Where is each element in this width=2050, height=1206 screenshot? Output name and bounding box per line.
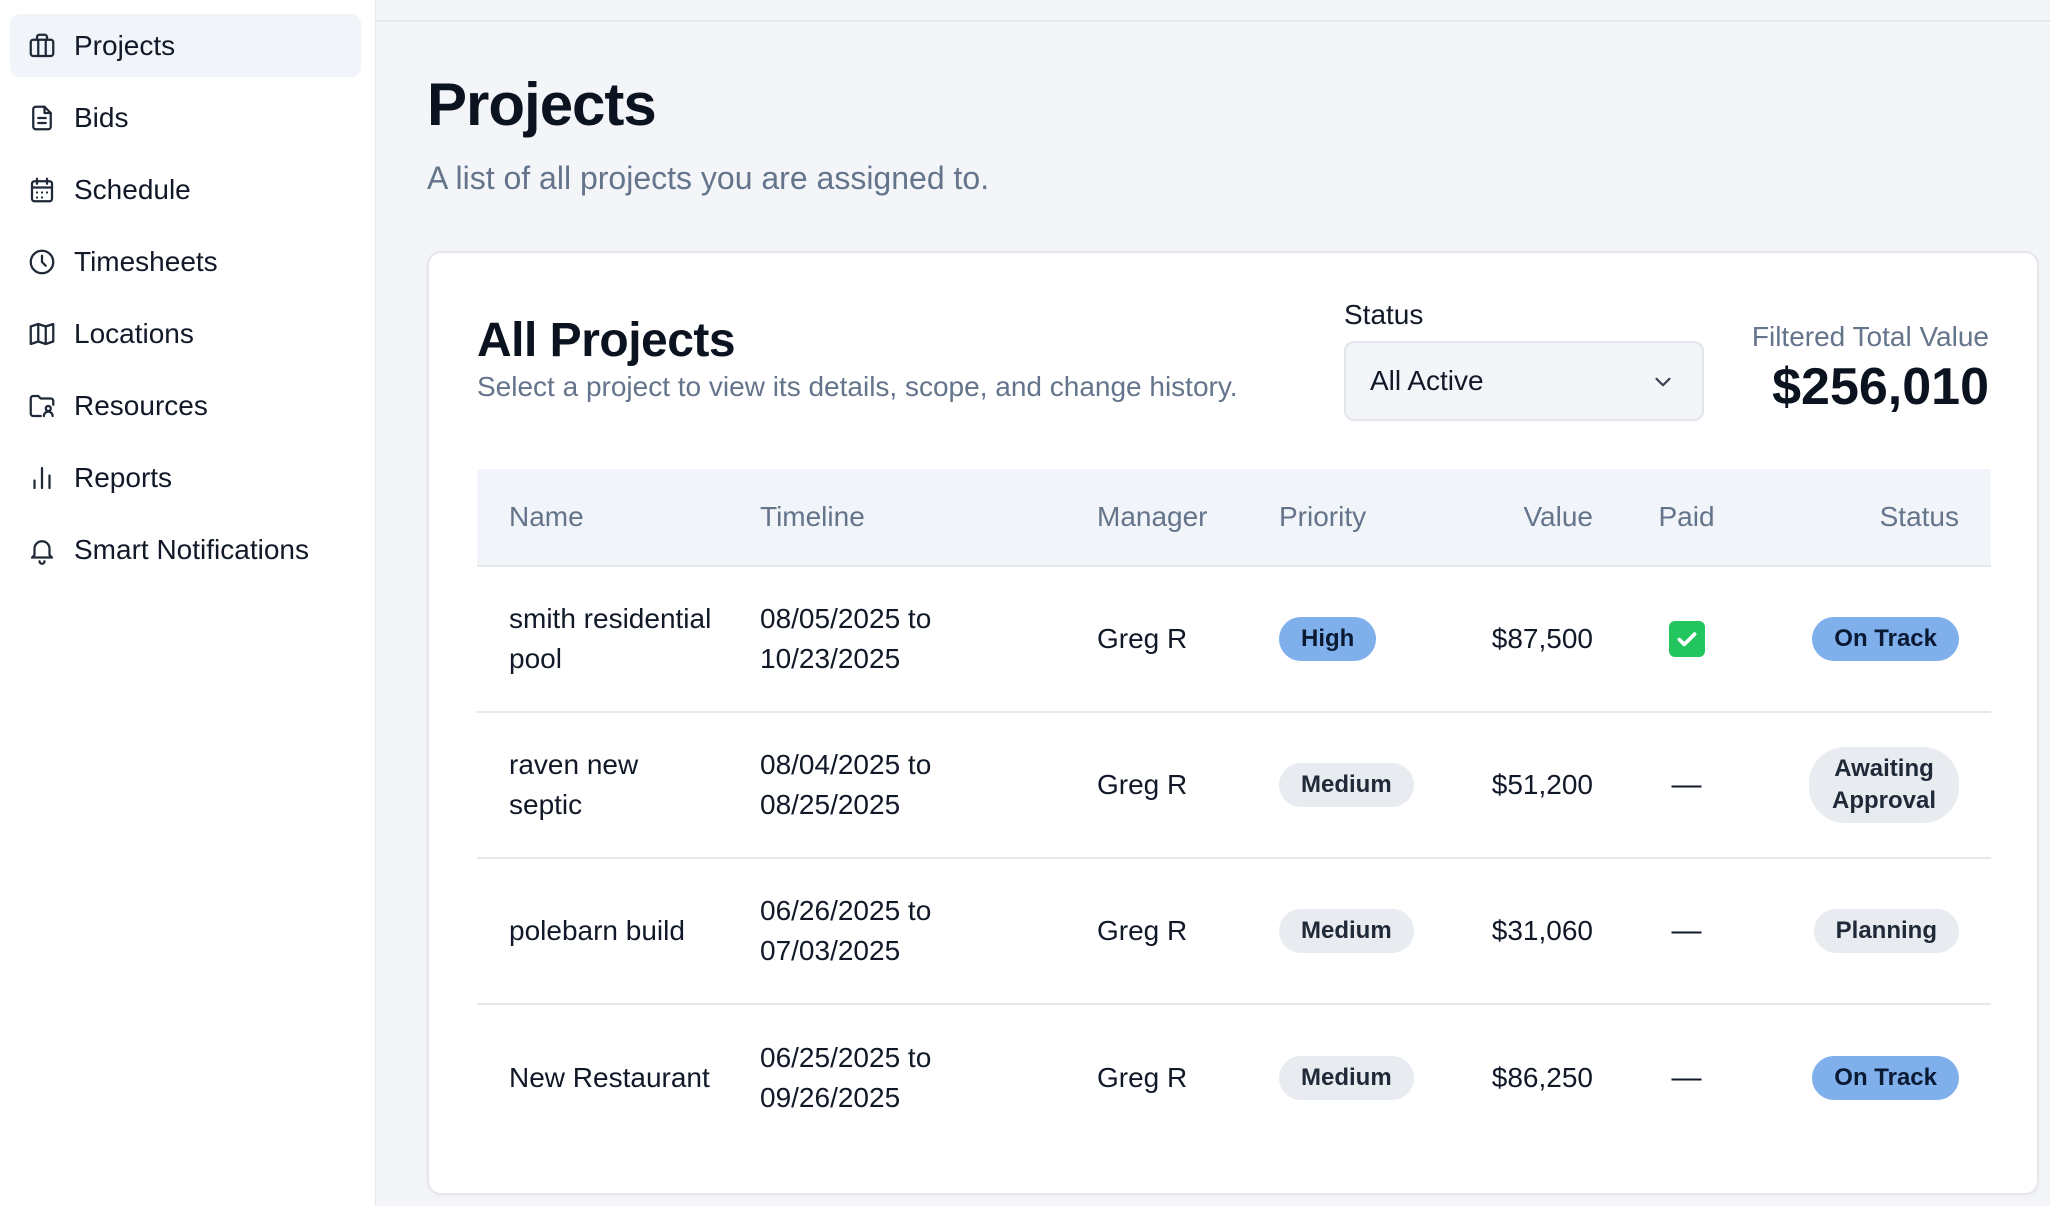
sidebar-item-label: Locations [74,317,194,349]
project-name: smith residential pool [509,603,712,674]
status-badge: Awaiting Approval [1809,747,1959,823]
projects-card: All Projects Select a project to view it… [427,251,2039,1195]
table-row[interactable]: New Restaurant 06/25/2025 to 09/26/2025 … [477,1005,1991,1151]
briefcase-icon [26,30,58,62]
sidebar-item-smart-notifications[interactable]: Smart Notifications [10,518,361,581]
project-manager: Greg R [1097,623,1188,654]
column-header-status[interactable]: Status [1780,501,1991,533]
column-header-priority[interactable]: Priority [1279,501,1439,533]
project-value: $86,250 [1491,1062,1593,1093]
table-row[interactable]: polebarn build 06/26/2025 to 07/03/2025 … [477,859,1991,1005]
column-header-name[interactable]: Name [477,501,760,533]
project-timeline: 08/05/2025 to 10/23/2025 [760,603,932,674]
column-header-timeline[interactable]: Timeline [760,501,1097,533]
project-value: $51,200 [1491,769,1593,800]
paid-check-icon [1668,621,1705,657]
sidebar-item-label: Schedule [74,173,191,205]
sidebar-item-schedule[interactable]: Schedule [10,158,361,221]
priority-badge: High [1279,617,1377,661]
status-badge: On Track [1812,617,1959,661]
calendar-icon [26,174,58,206]
chevron-down-icon [1650,369,1676,395]
document-icon [26,102,58,134]
sidebar-item-label: Resources [74,389,208,421]
column-header-paid[interactable]: Paid [1593,501,1780,533]
paid-value: — [1671,768,1702,801]
paid-value: — [1671,1061,1702,1094]
total-value-label: Filtered Total Value [1751,321,1989,352]
priority-badge: Medium [1279,763,1414,807]
map-icon [26,318,58,350]
status-badge: Planning [1813,909,1959,953]
total-value: $256,010 [1772,358,1989,416]
card-title: All Projects [477,314,736,367]
project-manager: Greg R [1097,1062,1188,1093]
table-row[interactable]: smith residential pool 08/05/2025 to 10/… [477,567,1991,713]
sidebar-item-label: Smart Notifications [74,533,309,565]
paid-value: — [1671,914,1702,947]
bell-icon [26,534,58,566]
sidebar-item-resources[interactable]: Resources [10,374,361,437]
priority-badge: Medium [1279,909,1414,953]
project-value: $31,060 [1491,915,1593,946]
projects-table: Name Timeline Manager Priority Value Pai… [477,469,1991,1151]
sidebar-item-label: Bids [74,101,129,133]
sidebar: Projects Bids Schedule Timesheets Locati… [0,0,376,1206]
top-bar [376,0,2050,22]
page-subtitle: A list of all projects you are assigned … [427,160,990,196]
project-manager: Greg R [1097,915,1188,946]
sidebar-item-label: Timesheets [74,245,218,277]
page-title: Projects [427,71,657,138]
status-filter-value: All Active [1370,365,1484,396]
sidebar-item-timesheets[interactable]: Timesheets [10,230,361,293]
card-subtitle: Select a project to view its details, sc… [477,371,1238,402]
project-name: New Restaurant [509,1062,710,1093]
sidebar-item-locations[interactable]: Locations [10,302,361,365]
sidebar-item-label: Reports [74,461,173,493]
sidebar-item-projects[interactable]: Projects [10,14,361,77]
status-badge: On Track [1812,1056,1959,1100]
folder-user-icon [26,390,58,422]
project-name: polebarn build [509,915,685,946]
project-timeline: 08/04/2025 to 08/25/2025 [760,749,932,820]
project-timeline: 06/25/2025 to 09/26/2025 [760,1042,932,1113]
column-header-value[interactable]: Value [1439,501,1593,533]
sidebar-item-label: Projects [74,29,176,61]
project-name: raven new septic [509,749,639,820]
status-filter-label: Status [1344,299,1424,330]
project-timeline: 06/26/2025 to 07/03/2025 [760,895,932,966]
table-row[interactable]: raven new septic 08/04/2025 to 08/25/202… [477,713,1991,859]
project-value: $87,500 [1491,623,1593,654]
status-filter-select[interactable]: All Active [1344,341,1704,421]
bar-chart-icon [26,462,58,494]
sidebar-item-reports[interactable]: Reports [10,446,361,509]
priority-badge: Medium [1279,1056,1414,1100]
project-manager: Greg R [1097,769,1188,800]
clock-icon [26,246,58,278]
column-header-manager[interactable]: Manager [1097,501,1279,533]
sidebar-item-bids[interactable]: Bids [10,86,361,149]
table-header: Name Timeline Manager Priority Value Pai… [477,469,1991,567]
